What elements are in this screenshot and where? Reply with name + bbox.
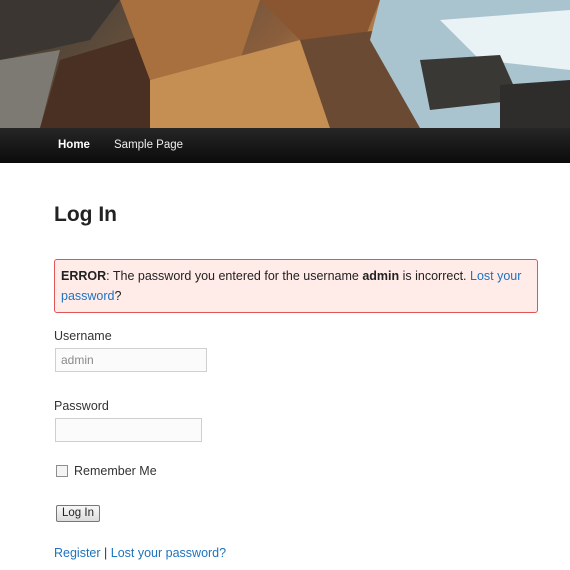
lost-password-link-line2[interactable]: password <box>61 289 115 303</box>
password-label: Password <box>54 399 109 413</box>
username-label: Username <box>54 329 112 343</box>
login-submit-button[interactable]: Log In <box>56 505 100 522</box>
username-input[interactable] <box>55 348 207 372</box>
error-username: admin <box>362 269 400 283</box>
register-link[interactable]: Register <box>54 546 101 560</box>
nav-item-home[interactable]: Home <box>58 139 90 151</box>
error-text: : The password you entered for the usern… <box>106 269 363 283</box>
login-footer-links: Register | Lost your password? <box>54 546 226 560</box>
error-text-tail: is incorrect. <box>399 269 470 283</box>
password-input[interactable] <box>55 418 202 442</box>
remember-me-label[interactable]: Remember Me <box>74 464 157 478</box>
header-rocks-image <box>0 0 570 128</box>
header-image <box>0 0 570 128</box>
footer-separator: | <box>100 546 111 560</box>
error-suffix: ? <box>114 289 122 303</box>
nav-item-sample-page[interactable]: Sample Page <box>114 139 183 151</box>
lost-password-link-line1[interactable]: Lost your <box>470 269 521 283</box>
error-prefix: ERROR <box>61 269 107 283</box>
main-navigation: Home Sample Page <box>0 128 570 163</box>
login-error-message: ERROR: The password you entered for the … <box>54 259 538 313</box>
page-title: Log In <box>54 203 117 226</box>
lost-password-link[interactable]: Lost your password? <box>111 546 226 560</box>
remember-me-checkbox[interactable] <box>56 465 68 477</box>
rock-shape <box>500 80 570 128</box>
